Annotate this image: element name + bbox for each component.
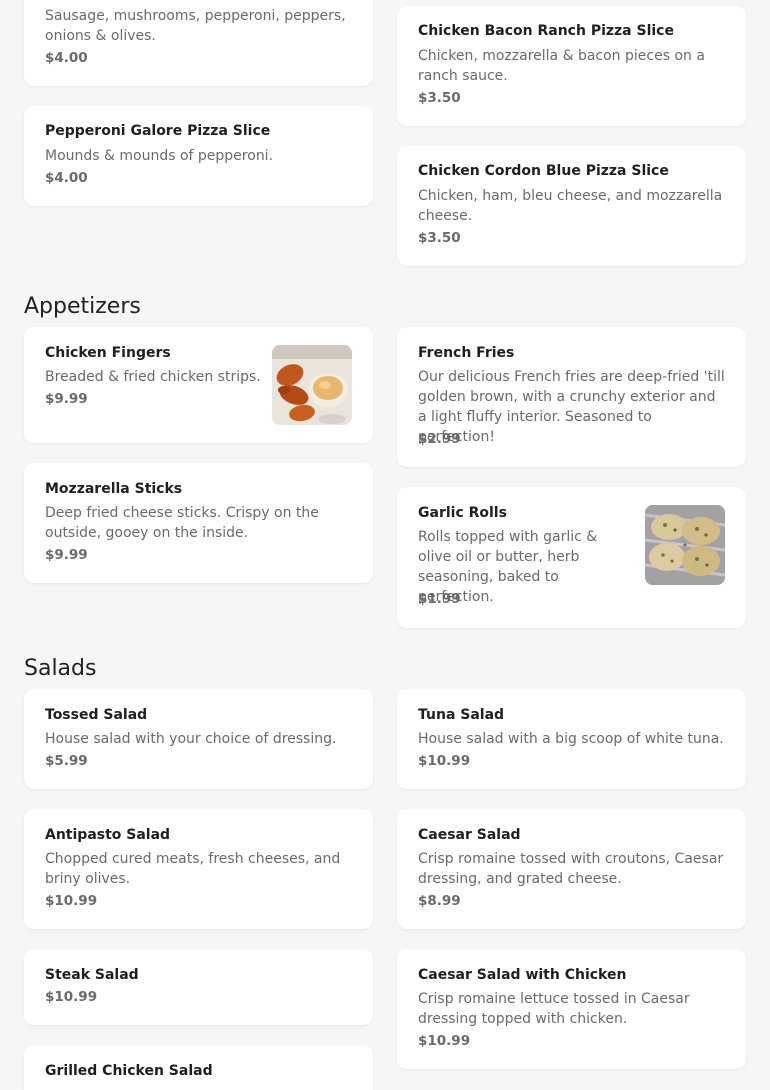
item-price: $10.99 [45, 893, 98, 909]
item-name: Pepperoni Galore Pizza Slice [45, 123, 271, 139]
item-description: House salad with a big scoop of white tu… [418, 731, 724, 747]
menu-item-card[interactable]: Tossed Salad House salad with your choic… [24, 689, 373, 789]
menu-item-card[interactable]: Chicken Bacon Ranch Pizza Slice Chicken,… [397, 6, 746, 126]
item-description: Chicken, ham, bleu cheese, and mozzarell… [418, 188, 723, 224]
item-name: Chicken Cordon Blue Pizza Slice [418, 163, 669, 179]
item-price: $10.99 [418, 753, 471, 769]
menu-item-card[interactable]: Mozzarella Sticks Deep fried cheese stic… [24, 463, 373, 583]
item-description: Mounds & mounds of pepperoni. [45, 148, 274, 164]
menu-page: Sausage, mushrooms, pepperoni, peppers, … [0, 0, 770, 1090]
item-name: Mozzarella Sticks [45, 481, 183, 497]
item-price: $10.99 [418, 1033, 471, 1049]
item-price: $8.99 [418, 893, 461, 909]
section-title-appetizers: Appetizers [24, 294, 141, 319]
item-price: $4.00 [45, 50, 88, 66]
item-description: Breaded & fried chicken strips. [45, 369, 261, 385]
item-description: Crisp romaine lettuce tossed in Caesar d… [418, 991, 690, 1027]
menu-item-card[interactable]: Grilled Chicken Salad [24, 1045, 373, 1090]
item-price: $3.50 [418, 90, 461, 106]
item-name: Caesar Salad [418, 827, 521, 843]
item-name: Caesar Salad with Chicken [418, 967, 627, 983]
item-name: Tossed Salad [45, 707, 148, 723]
menu-item-card[interactable]: Pepperoni Galore Pizza Slice Mounds & mo… [24, 106, 373, 206]
menu-item-card[interactable]: Caesar Salad Crisp romaine tossed with c… [397, 809, 746, 929]
menu-item-card[interactable]: Garlic Rolls Rolls topped with garlic & … [397, 487, 746, 628]
item-price: $1.99 [418, 591, 461, 607]
item-price: $9.99 [45, 391, 88, 407]
menu-item-card[interactable]: Chicken Cordon Blue Pizza Slice Chicken,… [397, 146, 746, 266]
item-description: Our delicious French fries are deep-frie… [418, 369, 725, 445]
item-description: Chicken, mozzarella & bacon pieces on a … [418, 48, 705, 84]
chicken-fingers-photo [272, 345, 352, 425]
item-price: $9.99 [45, 547, 88, 563]
menu-item-card[interactable]: Sausage, mushrooms, pepperoni, peppers, … [24, 0, 373, 86]
item-name: Grilled Chicken Salad [45, 1063, 213, 1079]
item-description: House salad with your choice of dressing… [45, 731, 337, 747]
item-description: Chopped cured meats, fresh cheeses, and … [45, 851, 341, 887]
item-name: Tuna Salad [418, 707, 505, 723]
item-description: Sausage, mushrooms, pepperoni, peppers, … [45, 8, 346, 44]
menu-item-card[interactable]: Tuna Salad House salad with a big scoop … [397, 689, 746, 789]
item-name: Chicken Bacon Ranch Pizza Slice [418, 23, 674, 39]
menu-item-card[interactable]: French Fries Our delicious French fries … [397, 327, 746, 467]
item-name: Antipasto Salad [45, 827, 171, 843]
menu-item-card[interactable]: Antipasto Salad Chopped cured meats, fre… [24, 809, 373, 929]
section-title-salads: Salads [24, 656, 97, 681]
item-price: $3.50 [418, 230, 461, 246]
menu-item-card[interactable]: Steak Salad $10.99 [24, 949, 373, 1025]
item-name: Garlic Rolls [418, 505, 507, 521]
item-price: $2.99 [418, 431, 461, 447]
item-name: Steak Salad [45, 967, 139, 983]
menu-item-card[interactable]: Caesar Salad with Chicken Crisp romaine … [397, 949, 746, 1069]
item-name: Chicken Fingers [45, 345, 171, 361]
item-description: Crisp romaine tossed with croutons, Caes… [418, 851, 724, 887]
item-price: $4.00 [45, 170, 88, 186]
garlic-rolls-photo [645, 505, 725, 585]
menu-item-card[interactable]: Chicken Fingers Breaded & fried chicken … [24, 327, 373, 443]
item-price: $5.99 [45, 753, 88, 769]
item-price: $10.99 [45, 989, 98, 1005]
item-name: French Fries [418, 345, 515, 361]
item-description: Deep fried cheese sticks. Crispy on the … [45, 505, 319, 541]
